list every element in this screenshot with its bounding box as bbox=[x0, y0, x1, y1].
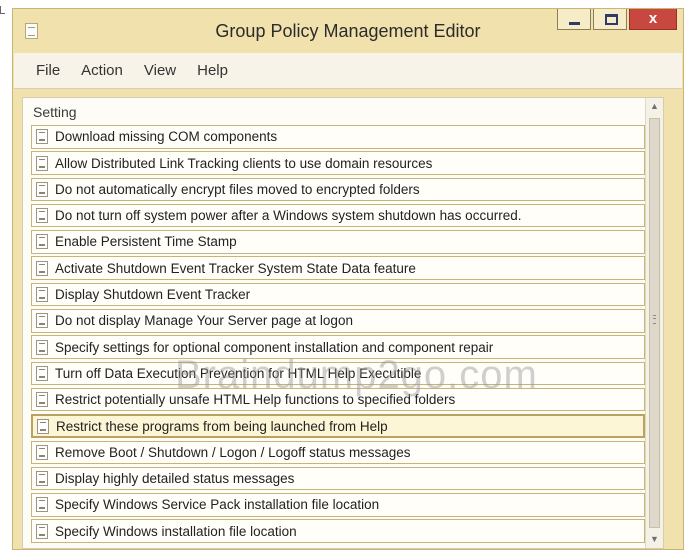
close-icon: x bbox=[648, 10, 658, 27]
setting-label: Do not automatically encrypt files moved… bbox=[55, 181, 420, 197]
setting-row[interactable]: Download missing COM components bbox=[31, 125, 645, 149]
title-bar[interactable]: Group Policy Management Editor x bbox=[13, 9, 683, 53]
vertical-scrollbar[interactable]: ▲ ▼ bbox=[645, 98, 663, 548]
setting-label: Enable Persistent Time Stamp bbox=[55, 234, 237, 250]
setting-label: Specify Windows installation file locati… bbox=[55, 523, 297, 539]
chevron-down-icon[interactable]: ▼ bbox=[646, 531, 663, 548]
policy-setting-icon bbox=[36, 181, 48, 197]
setting-label: Restrict these programs from being launc… bbox=[56, 418, 388, 434]
chevron-up-icon[interactable]: ▲ bbox=[646, 98, 663, 115]
setting-row[interactable]: Display Shutdown Event Tracker bbox=[31, 282, 645, 307]
maximize-button[interactable] bbox=[593, 9, 627, 30]
policy-setting-icon bbox=[36, 287, 48, 303]
minimize-button[interactable] bbox=[557, 9, 591, 30]
policy-setting-icon bbox=[36, 208, 48, 224]
setting-label: Display highly detailed status messages bbox=[55, 471, 295, 487]
setting-row[interactable]: Restrict these programs from being launc… bbox=[31, 414, 645, 438]
setting-row[interactable]: Specify settings for optional component … bbox=[31, 335, 645, 359]
settings-list: Download missing COM components Allow Dis… bbox=[31, 125, 645, 546]
setting-row[interactable]: Remove Boot / Shutdown / Logon / Logoff … bbox=[31, 440, 645, 465]
menu-bar: File Action View Help bbox=[14, 53, 682, 89]
gpme-window: Group Policy Management Editor x File Ac… bbox=[12, 8, 684, 550]
close-button[interactable]: x bbox=[629, 9, 677, 30]
setting-label: Specify settings for optional component … bbox=[55, 339, 494, 355]
setting-row[interactable]: Specify Windows installation file locati… bbox=[31, 519, 645, 543]
setting-label: Remove Boot / Shutdown / Logon / Logoff … bbox=[55, 444, 411, 460]
menu-action[interactable]: Action bbox=[80, 60, 124, 81]
policy-setting-icon bbox=[36, 497, 48, 513]
menu-file[interactable]: File bbox=[35, 60, 61, 81]
scroll-thumb[interactable] bbox=[649, 118, 660, 528]
policy-setting-icon bbox=[36, 260, 48, 276]
policy-setting-icon bbox=[36, 392, 48, 408]
policy-setting-icon bbox=[36, 339, 48, 355]
setting-label: Download missing COM components bbox=[55, 129, 278, 145]
setting-row[interactable]: Specify Windows Service Pack installatio… bbox=[31, 493, 645, 517]
policy-setting-icon bbox=[36, 234, 48, 250]
policy-setting-icon bbox=[36, 129, 48, 145]
setting-row[interactable]: Enable Persistent Time Stamp bbox=[31, 230, 645, 254]
policy-setting-icon bbox=[36, 155, 48, 171]
setting-label: Allow Distributed Link Tracking clients … bbox=[55, 155, 433, 171]
policy-setting-icon bbox=[36, 523, 48, 539]
policy-setting-icon bbox=[36, 444, 48, 460]
setting-label: Do not display Manage Your Server page a… bbox=[55, 313, 353, 329]
setting-label: Activate Shutdown Event Tracker System S… bbox=[55, 260, 416, 276]
setting-row[interactable]: Display highly detailed status messages bbox=[31, 466, 645, 491]
setting-label: Turn off Data Execution Prevention for H… bbox=[55, 365, 422, 381]
setting-row[interactable]: Allow Distributed Link Tracking clients … bbox=[31, 151, 645, 175]
setting-row[interactable]: Restrict potentially unsafe HTML Help fu… bbox=[31, 387, 645, 412]
policy-setting-icon bbox=[36, 471, 48, 487]
setting-label: Specify Windows Service Pack installatio… bbox=[55, 497, 380, 513]
menu-view[interactable]: View bbox=[143, 60, 177, 81]
setting-row[interactable]: Do not display Manage Your Server page a… bbox=[31, 309, 645, 333]
caption-buttons: x bbox=[555, 9, 677, 30]
policy-setting-icon bbox=[36, 313, 48, 329]
policy-setting-icon bbox=[37, 418, 49, 434]
column-header-setting[interactable]: Setting bbox=[33, 104, 77, 120]
setting-label: Restrict potentially unsafe HTML Help fu… bbox=[55, 392, 456, 408]
settings-list-pane: Setting Download missing COM components A… bbox=[22, 97, 664, 549]
setting-row[interactable]: Turn off Data Execution Prevention for H… bbox=[31, 361, 645, 386]
setting-label: Display Shutdown Event Tracker bbox=[55, 287, 251, 303]
menu-help[interactable]: Help bbox=[196, 60, 229, 81]
scroll-grip-icon bbox=[653, 315, 656, 324]
setting-row[interactable]: Do not turn off system power after a Win… bbox=[31, 203, 645, 228]
setting-row[interactable]: Do not automatically encrypt files moved… bbox=[31, 177, 645, 202]
policy-setting-icon bbox=[36, 365, 48, 381]
setting-row[interactable]: Activate Shutdown Event Tracker System S… bbox=[31, 256, 645, 280]
edge-artifact bbox=[0, 6, 5, 14]
setting-label: Do not turn off system power after a Win… bbox=[55, 208, 522, 224]
